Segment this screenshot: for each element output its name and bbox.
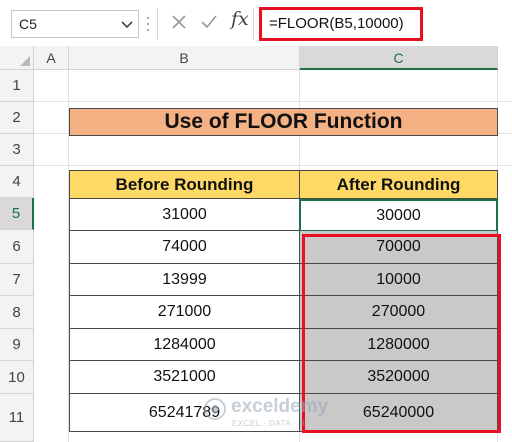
exceldemy-logo-icon <box>204 398 226 420</box>
chevron-down-icon[interactable] <box>120 17 134 31</box>
header-before-rounding[interactable]: Before Rounding <box>69 170 300 199</box>
insert-function-icon[interactable]: fx <box>231 8 249 30</box>
row-header-4[interactable]: 4 <box>0 166 34 198</box>
row-header-1[interactable]: 1 <box>0 70 34 102</box>
cell-b10[interactable]: 3521000 <box>69 361 300 394</box>
row-header-7[interactable]: 7 <box>0 264 34 296</box>
column-header-b[interactable]: B <box>69 46 300 70</box>
cell-c5[interactable]: 30000 <box>299 199 498 232</box>
column-header-c[interactable]: C <box>300 46 498 70</box>
cancel-icon[interactable] <box>170 13 188 31</box>
watermark-tagline: EXCEL · DATA · BI <box>232 419 308 428</box>
row-header-6[interactable]: 6 <box>0 230 34 264</box>
gridline <box>34 101 512 102</box>
cell-b5[interactable]: 31000 <box>69 199 300 231</box>
name-box[interactable]: C5 <box>11 10 139 38</box>
cell-b6[interactable]: 74000 <box>69 231 300 264</box>
cell-b8[interactable]: 271000 <box>69 296 300 329</box>
row-header-8[interactable]: 8 <box>0 296 34 329</box>
enter-check-icon[interactable] <box>200 13 218 31</box>
select-all-button[interactable] <box>0 46 34 70</box>
row-header-10[interactable]: 10 <box>0 361 34 394</box>
worksheet-grid[interactable]: A B C 1 2 3 4 5 6 7 8 9 10 11 Use of FLO… <box>0 46 512 442</box>
formula-text: =FLOOR(B5,10000) <box>269 15 404 32</box>
highlight-box <box>302 234 501 433</box>
sheet-title[interactable]: Use of FLOOR Function <box>69 108 498 136</box>
header-after-rounding[interactable]: After Rounding <box>300 170 498 199</box>
column-header-a[interactable]: A <box>34 46 69 70</box>
row-header-11[interactable]: 11 <box>0 394 34 442</box>
row-header-9[interactable]: 9 <box>0 329 34 361</box>
row-header-5[interactable]: 5 <box>0 198 34 230</box>
cell-b9[interactable]: 1284000 <box>69 329 300 361</box>
watermark-name: exceldemy <box>231 396 329 417</box>
watermark: exceldemy EXCEL · DATA · BI <box>201 394 331 434</box>
formula-input[interactable]: =FLOOR(B5,10000) <box>259 7 423 41</box>
divider <box>157 8 158 40</box>
divider <box>253 8 254 40</box>
cell-b7[interactable]: 13999 <box>69 264 300 296</box>
row-header-2[interactable]: 2 <box>0 102 34 134</box>
gridline <box>34 165 512 166</box>
name-box-value: C5 <box>19 16 37 32</box>
formula-bar: C5 fx =FLOOR(B5,10000) <box>0 0 512 46</box>
row-header-3[interactable]: 3 <box>0 134 34 166</box>
more-options-icon[interactable] <box>146 17 150 31</box>
